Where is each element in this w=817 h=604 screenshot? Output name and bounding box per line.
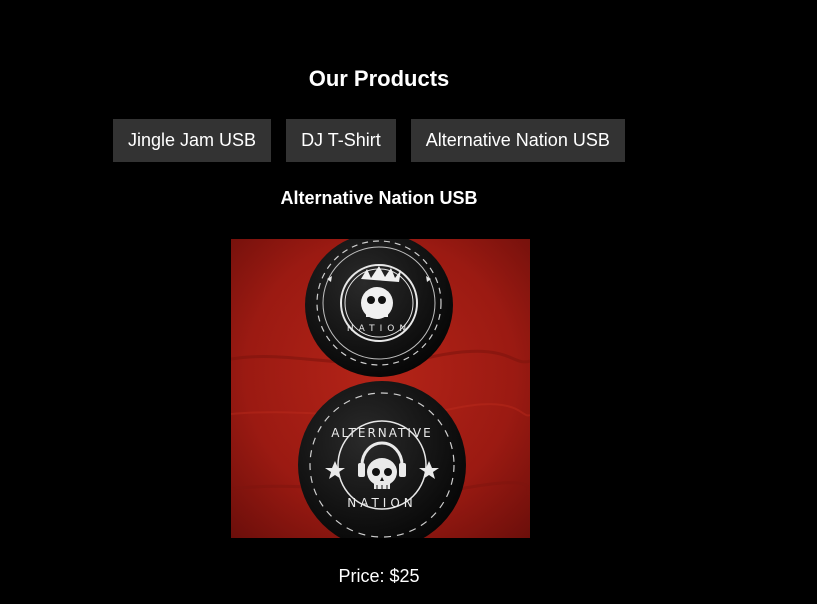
badge-bottom-text-bottom: NATION: [347, 496, 417, 510]
product-button-alternative-nation-usb[interactable]: Alternative Nation USB: [410, 119, 625, 162]
badge-top-text: NATION: [347, 324, 411, 334]
product-nav: Jingle Jam USB DJ T-Shirt Alternative Na…: [113, 119, 625, 162]
products-page: Our Products Jingle Jam USB DJ T-Shirt A…: [0, 0, 817, 604]
badge-bottom-text-top: ALTERNATIVE: [331, 426, 432, 440]
product-price: Price: $25: [338, 566, 420, 586]
product-name: Alternative Nation USB: [280, 188, 478, 208]
page-title: Our Products: [308, 66, 450, 91]
product-button-dj-t-shirt[interactable]: DJ T-Shirt: [286, 119, 396, 162]
product-button-jingle-jam-usb[interactable]: Jingle Jam USB: [113, 119, 272, 162]
product-image: NATION ALTERNATIVE NATION: [231, 239, 530, 538]
badge-top: NATION: [305, 239, 453, 377]
